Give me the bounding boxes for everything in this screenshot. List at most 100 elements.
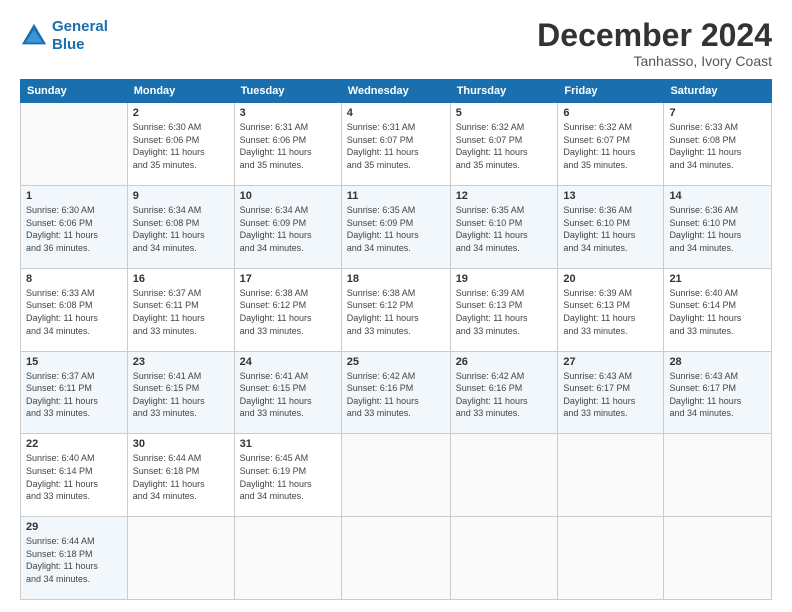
calendar-cell: 5 Sunrise: 6:32 AM Sunset: 6:07 PM Daylig… bbox=[450, 103, 558, 186]
day-number: 7 bbox=[669, 107, 766, 119]
day-number: 29 bbox=[26, 521, 122, 533]
day-info: Sunrise: 6:36 AM Sunset: 6:10 PM Dayligh… bbox=[563, 204, 658, 254]
calendar-cell: 12Sunrise: 6:35 AM Sunset: 6:10 PM Dayli… bbox=[450, 185, 558, 268]
day-number: 22 bbox=[26, 438, 122, 450]
calendar-cell bbox=[664, 517, 772, 600]
calendar-cell: 17Sunrise: 6:38 AM Sunset: 6:12 PM Dayli… bbox=[234, 268, 341, 351]
calendar-cell bbox=[127, 517, 234, 600]
calendar-cell bbox=[341, 517, 450, 600]
day-info: Sunrise: 6:44 AM Sunset: 6:18 PM Dayligh… bbox=[133, 452, 229, 502]
calendar-cell: 29 Sunrise: 6:44 AM Sunset: 6:18 PM Dayli… bbox=[21, 517, 128, 600]
calendar-week-1: 1 Sunrise: 6:30 AM Sunset: 6:06 PM Daylig… bbox=[21, 185, 772, 268]
calendar-cell: 31 Sunrise: 6:45 AM Sunset: 6:19 PM Dayli… bbox=[234, 434, 341, 517]
calendar-week-3: 15 Sunrise: 6:37 AM Sunset: 6:11 PM Dayli… bbox=[21, 351, 772, 434]
day-info: Sunrise: 6:40 AM Sunset: 6:14 PM Dayligh… bbox=[26, 452, 122, 502]
day-number: 21 bbox=[669, 273, 766, 285]
day-number: 15 bbox=[26, 356, 122, 368]
day-number: 4 bbox=[347, 107, 445, 119]
page-title: December 2024 bbox=[537, 18, 772, 53]
calendar-cell: 3Sunrise: 6:31 AM Sunset: 6:06 PM Daylig… bbox=[234, 103, 341, 186]
calendar-cell: 13Sunrise: 6:36 AM Sunset: 6:10 PM Dayli… bbox=[558, 185, 664, 268]
calendar-cell: 25Sunrise: 6:42 AM Sunset: 6:16 PM Dayli… bbox=[341, 351, 450, 434]
calendar-cell: 10Sunrise: 6:34 AM Sunset: 6:09 PM Dayli… bbox=[234, 185, 341, 268]
calendar-cell: 11 Sunrise: 6:35 AM Sunset: 6:09 PM Dayli… bbox=[341, 185, 450, 268]
day-number: 17 bbox=[240, 273, 336, 285]
calendar-cell: 16 Sunrise: 6:37 AM Sunset: 6:11 PM Dayli… bbox=[127, 268, 234, 351]
day-number: 23 bbox=[133, 356, 229, 368]
calendar-week-0: 2Sunrise: 6:30 AM Sunset: 6:06 PM Daylig… bbox=[21, 103, 772, 186]
day-info: Sunrise: 6:31 AM Sunset: 6:07 PM Dayligh… bbox=[347, 121, 445, 171]
calendar-cell: 26Sunrise: 6:42 AM Sunset: 6:16 PM Dayli… bbox=[450, 351, 558, 434]
col-header-wednesday: Wednesday bbox=[341, 80, 450, 103]
day-number: 9 bbox=[133, 190, 229, 202]
calendar-cell: 18Sunrise: 6:38 AM Sunset: 6:12 PM Dayli… bbox=[341, 268, 450, 351]
calendar-cell: 27Sunrise: 6:43 AM Sunset: 6:17 PM Dayli… bbox=[558, 351, 664, 434]
page-subtitle: Tanhasso, Ivory Coast bbox=[537, 53, 772, 69]
day-info: Sunrise: 6:44 AM Sunset: 6:18 PM Dayligh… bbox=[26, 535, 122, 585]
day-info: Sunrise: 6:41 AM Sunset: 6:15 PM Dayligh… bbox=[240, 370, 336, 420]
day-info: Sunrise: 6:42 AM Sunset: 6:16 PM Dayligh… bbox=[347, 370, 445, 420]
page: General Blue December 2024 Tanhasso, Ivo… bbox=[0, 0, 792, 612]
calendar-cell bbox=[664, 434, 772, 517]
calendar-cell: 30 Sunrise: 6:44 AM Sunset: 6:18 PM Dayli… bbox=[127, 434, 234, 517]
day-info: Sunrise: 6:42 AM Sunset: 6:16 PM Dayligh… bbox=[456, 370, 553, 420]
day-number: 31 bbox=[240, 438, 336, 450]
calendar-cell: 28 Sunrise: 6:43 AM Sunset: 6:17 PM Dayli… bbox=[664, 351, 772, 434]
day-number: 2 bbox=[133, 107, 229, 119]
day-number: 20 bbox=[563, 273, 658, 285]
day-number: 24 bbox=[240, 356, 336, 368]
day-number: 16 bbox=[133, 273, 229, 285]
calendar-cell: 1 Sunrise: 6:30 AM Sunset: 6:06 PM Daylig… bbox=[21, 185, 128, 268]
calendar-cell: 4 Sunrise: 6:31 AM Sunset: 6:07 PM Daylig… bbox=[341, 103, 450, 186]
day-info: Sunrise: 6:34 AM Sunset: 6:08 PM Dayligh… bbox=[133, 204, 229, 254]
calendar-cell bbox=[558, 434, 664, 517]
day-info: Sunrise: 6:39 AM Sunset: 6:13 PM Dayligh… bbox=[563, 287, 658, 337]
day-info: Sunrise: 6:43 AM Sunset: 6:17 PM Dayligh… bbox=[669, 370, 766, 420]
calendar-cell: 8Sunrise: 6:33 AM Sunset: 6:08 PM Daylig… bbox=[21, 268, 128, 351]
calendar-week-5: 29 Sunrise: 6:44 AM Sunset: 6:18 PM Dayli… bbox=[21, 517, 772, 600]
day-info: Sunrise: 6:43 AM Sunset: 6:17 PM Dayligh… bbox=[563, 370, 658, 420]
calendar-cell bbox=[450, 434, 558, 517]
calendar-cell: 9 Sunrise: 6:34 AM Sunset: 6:08 PM Daylig… bbox=[127, 185, 234, 268]
calendar-cell: 20 Sunrise: 6:39 AM Sunset: 6:13 PM Dayli… bbox=[558, 268, 664, 351]
col-header-tuesday: Tuesday bbox=[234, 80, 341, 103]
day-info: Sunrise: 6:30 AM Sunset: 6:06 PM Dayligh… bbox=[26, 204, 122, 254]
title-block: December 2024 Tanhasso, Ivory Coast bbox=[537, 18, 772, 69]
day-info: Sunrise: 6:41 AM Sunset: 6:15 PM Dayligh… bbox=[133, 370, 229, 420]
day-number: 19 bbox=[456, 273, 553, 285]
day-number: 8 bbox=[26, 273, 122, 285]
calendar-cell bbox=[234, 517, 341, 600]
calendar-cell: 19Sunrise: 6:39 AM Sunset: 6:13 PM Dayli… bbox=[450, 268, 558, 351]
day-info: Sunrise: 6:45 AM Sunset: 6:19 PM Dayligh… bbox=[240, 452, 336, 502]
day-info: Sunrise: 6:37 AM Sunset: 6:11 PM Dayligh… bbox=[26, 370, 122, 420]
col-header-sunday: Sunday bbox=[21, 80, 128, 103]
day-info: Sunrise: 6:40 AM Sunset: 6:14 PM Dayligh… bbox=[669, 287, 766, 337]
day-number: 1 bbox=[26, 190, 122, 202]
day-number: 5 bbox=[456, 107, 553, 119]
col-header-saturday: Saturday bbox=[664, 80, 772, 103]
day-number: 14 bbox=[669, 190, 766, 202]
day-info: Sunrise: 6:37 AM Sunset: 6:11 PM Dayligh… bbox=[133, 287, 229, 337]
day-number: 11 bbox=[347, 190, 445, 202]
calendar-header-row: SundayMondayTuesdayWednesdayThursdayFrid… bbox=[21, 80, 772, 103]
day-number: 3 bbox=[240, 107, 336, 119]
calendar-week-2: 8Sunrise: 6:33 AM Sunset: 6:08 PM Daylig… bbox=[21, 268, 772, 351]
day-number: 28 bbox=[669, 356, 766, 368]
calendar-cell bbox=[450, 517, 558, 600]
calendar-table: SundayMondayTuesdayWednesdayThursdayFrid… bbox=[20, 79, 772, 600]
day-number: 30 bbox=[133, 438, 229, 450]
day-info: Sunrise: 6:32 AM Sunset: 6:07 PM Dayligh… bbox=[563, 121, 658, 171]
logo-text: General Blue bbox=[52, 18, 108, 54]
calendar-cell: 22 Sunrise: 6:40 AM Sunset: 6:14 PM Dayli… bbox=[21, 434, 128, 517]
calendar-cell bbox=[558, 517, 664, 600]
calendar-cell: 21 Sunrise: 6:40 AM Sunset: 6:14 PM Dayli… bbox=[664, 268, 772, 351]
day-info: Sunrise: 6:34 AM Sunset: 6:09 PM Dayligh… bbox=[240, 204, 336, 254]
calendar-cell: 7Sunrise: 6:33 AM Sunset: 6:08 PM Daylig… bbox=[664, 103, 772, 186]
header: General Blue December 2024 Tanhasso, Ivo… bbox=[20, 18, 772, 69]
calendar-cell: 2Sunrise: 6:30 AM Sunset: 6:06 PM Daylig… bbox=[127, 103, 234, 186]
day-info: Sunrise: 6:32 AM Sunset: 6:07 PM Dayligh… bbox=[456, 121, 553, 171]
col-header-friday: Friday bbox=[558, 80, 664, 103]
logo-icon bbox=[20, 22, 48, 50]
day-info: Sunrise: 6:35 AM Sunset: 6:09 PM Dayligh… bbox=[347, 204, 445, 254]
calendar-cell: 14Sunrise: 6:36 AM Sunset: 6:10 PM Dayli… bbox=[664, 185, 772, 268]
